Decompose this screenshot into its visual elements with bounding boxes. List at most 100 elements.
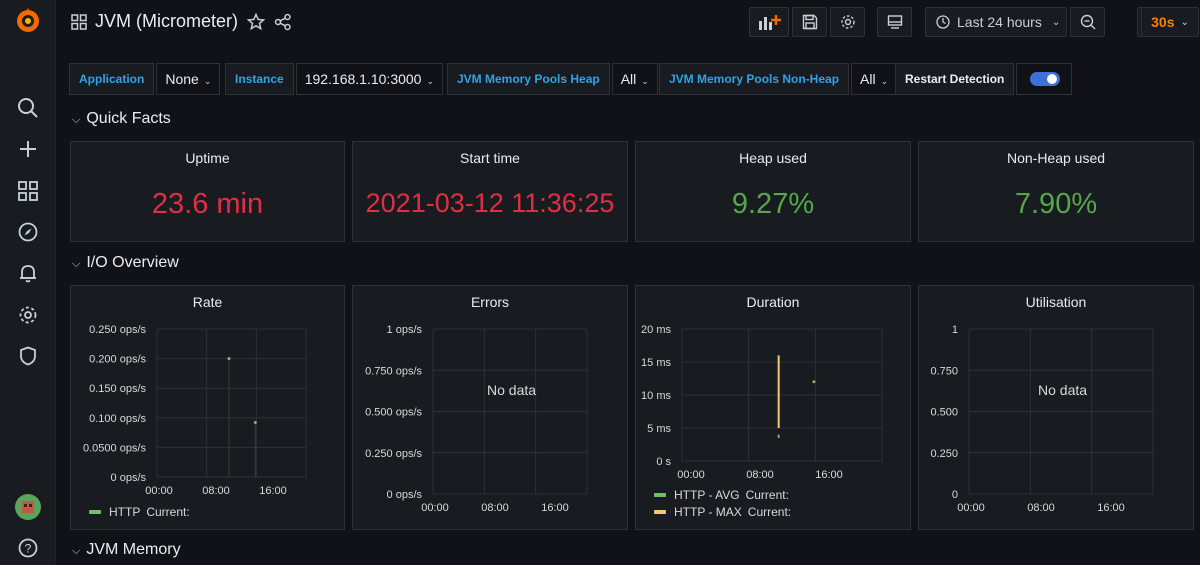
time-range-picker[interactable]: Last 24 hours ⌄ — [925, 7, 1067, 37]
refresh-interval-picker[interactable]: 30s ⌄ — [1141, 7, 1199, 37]
avatar[interactable] — [14, 493, 42, 521]
graph-panel-utilisation[interactable]: Utilisation 1 0.750 0.500 0.250 0 00:00 08:00 1… — [918, 285, 1194, 530]
y-tick-label: 0 ops/s — [387, 489, 423, 501]
panel-title: Non-Heap used — [1006, 150, 1106, 166]
stat-value: 7.90% — [1014, 188, 1098, 220]
variable-label: Restart Detection — [895, 63, 1015, 95]
stat-panel-heap-used[interactable]: Heap used 9.27% — [635, 141, 911, 242]
y-tick-label: 0.0500 ops/s — [83, 442, 146, 454]
legend-current: Current: — [745, 488, 789, 502]
panel-title: Start time — [460, 150, 520, 166]
x-tick-label: 16:00 — [541, 502, 569, 514]
stat-panel-start-time[interactable]: Start time 2021-03-12 11:36:25 — [352, 141, 628, 242]
variable-select[interactable]: 192.168.1.10:3000 ⌄ — [295, 63, 444, 95]
chevron-down-icon: ⌵ — [72, 114, 81, 126]
graph-panel-rate[interactable]: Rate 0.250 ops/s 0.200 ops/s 0.150 ops/s 0.… — [70, 285, 345, 530]
y-tick-label: 0.500 ops/s — [365, 407, 422, 419]
y-tick-label: 0.100 ops/s — [89, 413, 146, 425]
chevron-down-icon: ⌵ — [72, 545, 81, 557]
variable-label: Instance — [225, 63, 294, 95]
x-tick-label: 08:00 — [202, 485, 230, 497]
legend-current: Current: — [747, 505, 792, 519]
dashboard-settings-button[interactable] — [830, 7, 865, 37]
star-icon[interactable] — [246, 12, 266, 34]
row-jvm-memory[interactable]: ⌵ JVM Memory — [72, 541, 181, 559]
legend-current: Current: — [146, 505, 190, 519]
x-tick-label: 16:00 — [815, 469, 843, 481]
chevron-down-icon: ⌄ — [426, 76, 435, 86]
y-tick-label: 0.250 ops/s — [89, 324, 146, 336]
stat-panel-non-heap-used[interactable]: Non-Heap used 7.90% — [918, 141, 1194, 242]
explore-icon[interactable] — [14, 218, 42, 246]
variable-application[interactable]: Application None ⌄ — [69, 63, 221, 95]
legend-item[interactable]: HTTP Current: — [89, 505, 190, 519]
chevron-down-icon: ⌄ — [880, 76, 889, 86]
plus-icon[interactable] — [14, 135, 42, 163]
dashboards-icon[interactable] — [14, 177, 42, 205]
y-tick-label: 0.750 — [930, 365, 958, 377]
x-tick-label: 00:00 — [957, 502, 985, 514]
data-point[interactable] — [812, 380, 816, 384]
y-tick-label: 0.750 ops/s — [365, 365, 422, 377]
variable-select[interactable]: All ⌄ — [851, 63, 898, 95]
row-quick-facts[interactable]: ⌵ Quick Facts — [72, 110, 171, 128]
share-icon[interactable] — [274, 13, 292, 34]
gear-icon[interactable] — [14, 301, 42, 329]
refresh-interval-label: 30s — [1151, 14, 1175, 30]
sidebar: ? — [0, 0, 56, 565]
tv-mode-button[interactable] — [877, 7, 912, 37]
variable-select[interactable]: None ⌄ — [156, 63, 221, 95]
x-tick-label: 00:00 — [145, 485, 173, 497]
svg-text:?: ? — [25, 542, 32, 556]
legend-swatch — [89, 510, 101, 514]
grafana-logo-icon[interactable] — [14, 7, 42, 35]
chevron-down-icon: ⌄ — [203, 76, 212, 86]
panel-title: Uptime — [185, 150, 230, 166]
x-tick-label: 00:00 — [421, 502, 449, 514]
legend-swatch — [654, 510, 666, 514]
y-tick-label: 1 — [952, 324, 958, 336]
chart-svg: 0.250 ops/s 0.200 ops/s 0.150 ops/s 0.100 o… — [83, 324, 307, 497]
y-tick-label: 0 ops/s — [111, 472, 147, 484]
chevron-down-icon: ⌄ — [1051, 16, 1061, 28]
legend-item[interactable]: HTTP - AVG Current: — [654, 488, 789, 502]
x-tick-label: 00:00 — [677, 469, 705, 481]
row-io-overview[interactable]: ⌵ I/O Overview — [72, 254, 179, 272]
stat-value: 9.27% — [731, 188, 815, 220]
save-dashboard-button[interactable] — [792, 7, 827, 37]
graph-panel-duration[interactable]: Duration 20 ms 15 ms 10 ms 5 ms 0 s 00:00 08:0… — [635, 285, 911, 530]
zoom-out-button[interactable] — [1070, 7, 1105, 37]
add-panel-button[interactable] — [749, 7, 789, 37]
data-point[interactable] — [253, 421, 257, 425]
variable-jvm-memory-pools-non-heap[interactable]: JVM Memory Pools Non-Heap All ⌄ — [659, 63, 898, 95]
page-title[interactable]: JVM (Micrometer) — [95, 11, 238, 32]
variable-label: JVM Memory Pools Heap — [447, 63, 610, 95]
time-range-label: Last 24 hours — [957, 14, 1042, 30]
variable-instance[interactable]: Instance 192.168.1.10:3000 ⌄ — [225, 63, 444, 95]
y-tick-label: 1 ops/s — [387, 324, 423, 336]
shield-icon[interactable] — [14, 342, 42, 370]
stat-value: 2021-03-12 11:36:25 — [365, 188, 615, 218]
y-tick-label: 20 ms — [641, 324, 671, 336]
y-tick-label: 0.150 ops/s — [89, 383, 146, 395]
variable-jvm-memory-pools-heap[interactable]: JVM Memory Pools Heap All ⌄ — [447, 63, 658, 95]
legend-label: HTTP - MAX — [674, 505, 742, 519]
clock-icon — [936, 15, 950, 29]
dashboard-grid-icon — [71, 14, 87, 33]
stat-value: 23.6 min — [151, 188, 264, 220]
data-point[interactable] — [227, 357, 231, 361]
legend-label: HTTP - AVG — [674, 488, 740, 502]
y-tick-label: 0 — [952, 489, 958, 501]
graph-panel-errors[interactable]: Errors 1 ops/s 0.750 ops/s 0.500 ops/s 0.25… — [352, 285, 628, 530]
legend-item[interactable]: HTTP - MAX Current: — [654, 505, 791, 519]
alerting-bell-icon[interactable] — [14, 259, 42, 287]
y-tick-label: 0.200 ops/s — [89, 354, 146, 366]
y-tick-label: 0.250 — [930, 448, 958, 460]
help-icon[interactable]: ? — [14, 534, 42, 562]
restart-detection-toggle[interactable] — [1016, 63, 1073, 95]
variable-select[interactable]: All ⌄ — [611, 63, 658, 95]
search-icon[interactable] — [14, 94, 42, 122]
stat-panel-uptime[interactable]: Uptime 23.6 min — [70, 141, 345, 242]
chevron-down-icon: ⌵ — [72, 258, 81, 270]
no-data-label: No data — [1038, 382, 1088, 398]
